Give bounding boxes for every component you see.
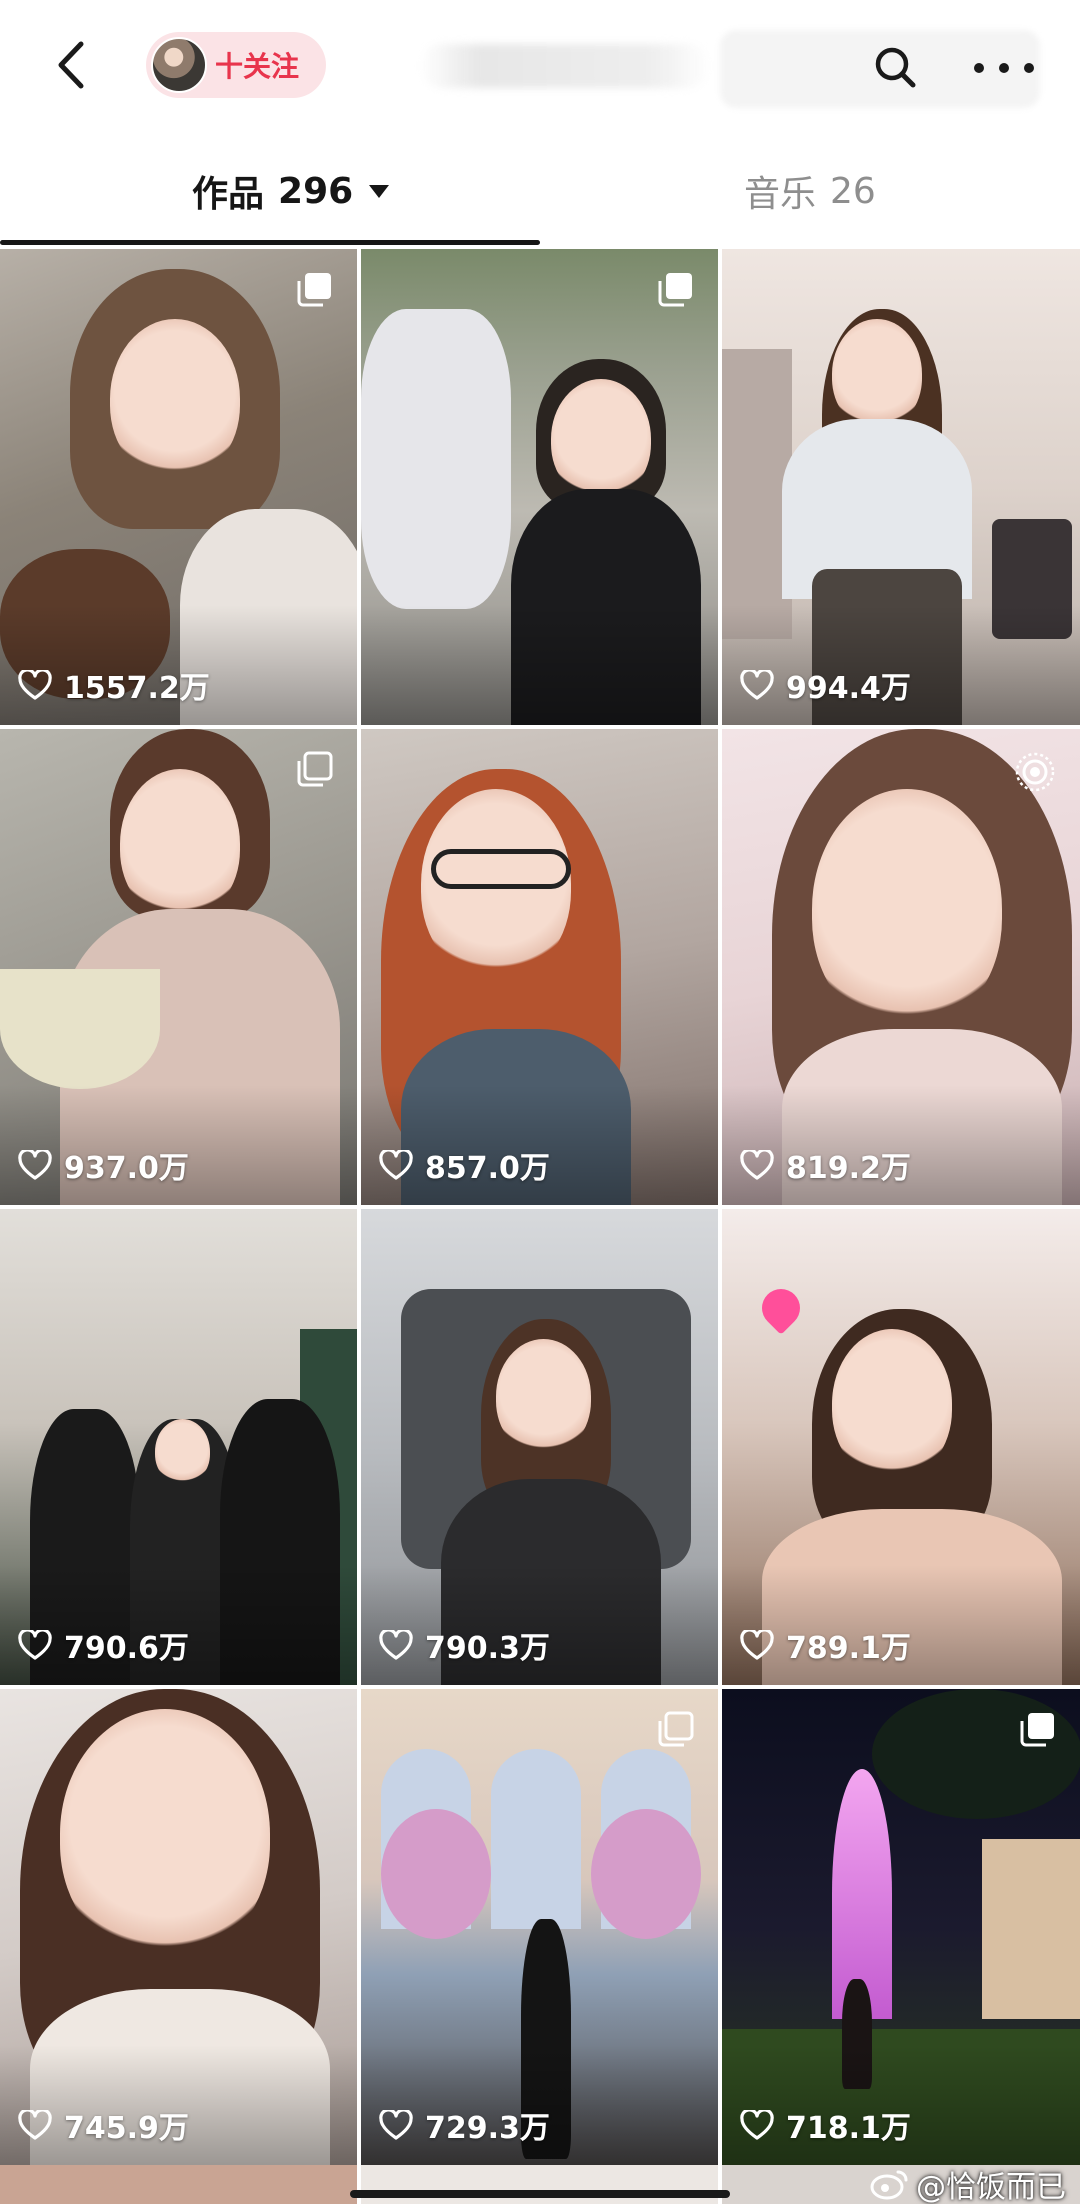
multi-image-icon [658, 273, 692, 307]
video-tile[interactable]: 790.6万 [0, 1209, 357, 1685]
thumbnail-bowl [0, 969, 160, 1089]
multi-image-icon [297, 751, 333, 787]
video-grid: 1557.2万 994.4万 937.0万 857.0万 819.2万 790.… [0, 249, 1080, 2165]
like-count: 1557.2万 [18, 663, 210, 707]
video-tile[interactable]: 994.4万 [722, 249, 1080, 725]
heart-icon [740, 670, 774, 700]
like-count-value: 729.3万 [425, 2111, 550, 2146]
tab-music-count: 26 [830, 170, 876, 212]
video-tile[interactable]: 1557.2万 [0, 249, 357, 725]
thumbnail-trees [872, 1689, 1080, 1819]
weibo-icon [870, 2170, 908, 2200]
thumbnail-face [832, 1329, 952, 1479]
search-button[interactable] [868, 40, 924, 96]
like-count-value: 1557.2万 [64, 671, 210, 706]
like-count: 745.9万 [18, 2103, 189, 2147]
like-count: 790.6万 [18, 1623, 189, 1667]
video-tile[interactable]: 718.1万 [722, 1689, 1080, 2165]
caret-down-icon[interactable] [369, 184, 390, 198]
thumbnail-face [551, 379, 651, 499]
active-tab-indicator [0, 240, 540, 245]
profile-tabs: 作品 296 音乐 26 [0, 135, 1080, 247]
like-count: 789.1万 [740, 1623, 911, 1667]
heart-icon [18, 1630, 52, 1660]
more-dot [999, 63, 1009, 73]
like-count: 857.0万 [379, 1143, 550, 1187]
heart-icon [379, 2110, 413, 2140]
video-tile[interactable]: 729.3万 [361, 1689, 718, 2165]
tab-music-label: 音乐 [744, 174, 817, 215]
thumbnail-face [155, 1419, 210, 1484]
multi-image-icon [1020, 1713, 1054, 1747]
heart-icon [740, 1150, 774, 1180]
like-count-value: 790.3万 [425, 1631, 550, 1666]
thumbnail-figure [361, 309, 511, 609]
like-count: 994.4万 [740, 663, 911, 707]
thumbnail-flowers [381, 1809, 491, 1939]
like-count-value: 789.1万 [786, 1631, 911, 1666]
video-tile[interactable] [361, 249, 718, 725]
like-count-value: 937.0万 [64, 1151, 189, 1186]
follow-button[interactable]: 十关注 [146, 32, 326, 98]
thumbnail-shade [361, 605, 718, 725]
like-count: 718.1万 [740, 2103, 911, 2147]
thumbnail-face [496, 1339, 591, 1454]
search-icon [875, 47, 916, 88]
like-count-value: 745.9万 [64, 2111, 189, 2146]
thumbnail-building [982, 1839, 1080, 2019]
like-count: 819.2万 [740, 1143, 911, 1187]
video-tile-partial[interactable] [0, 2165, 357, 2204]
like-count: 790.3万 [379, 1623, 550, 1667]
like-count-value: 819.2万 [786, 1151, 911, 1186]
thumbnail-face [812, 789, 1002, 1029]
watermark: @恰饭而已 [870, 2162, 1066, 2204]
back-button[interactable] [40, 30, 100, 100]
live-photo-icon [1015, 752, 1055, 792]
tab-music[interactable]: 音乐 26 [744, 161, 876, 221]
more-dot [1024, 63, 1034, 73]
heart-icon [740, 1630, 774, 1660]
like-count-value: 790.6万 [64, 1631, 189, 1666]
thumbnail-face [60, 1709, 270, 1959]
heart-icon [379, 1150, 413, 1180]
thumbnail-face [110, 319, 240, 479]
more-button[interactable] [974, 40, 1034, 96]
heart-icon [18, 670, 52, 700]
thumbnail-heart [754, 1281, 808, 1335]
video-tile[interactable]: 857.0万 [361, 729, 718, 1205]
tab-works-count: 296 [278, 170, 354, 212]
video-tile[interactable]: 745.9万 [0, 1689, 357, 2165]
home-indicator[interactable] [350, 2190, 730, 2198]
thumbnail-arch [491, 1749, 581, 1929]
like-count-value: 718.1万 [786, 2111, 911, 2146]
thumbnail-face [832, 319, 922, 429]
top-bar: 十关注 [0, 0, 1080, 135]
thumbnail-glasses [431, 849, 571, 889]
like-count-value: 857.0万 [425, 1151, 550, 1186]
video-tile[interactable]: 790.3万 [361, 1209, 718, 1685]
like-count: 937.0万 [18, 1143, 189, 1187]
more-dot [974, 63, 984, 73]
thumbnail-face [120, 769, 240, 919]
blurred-title [420, 44, 710, 88]
follow-label: 十关注 [215, 50, 300, 83]
video-tile[interactable]: 789.1万 [722, 1209, 1080, 1685]
video-tile[interactable]: 819.2万 [722, 729, 1080, 1205]
tab-works[interactable]: 作品 296 [192, 161, 390, 221]
thumbnail-flowers [591, 1809, 701, 1939]
multi-image-icon [658, 1711, 694, 1747]
avatar[interactable] [151, 37, 207, 93]
heart-icon [18, 1150, 52, 1180]
heart-icon [379, 1630, 413, 1660]
multi-image-icon [297, 273, 331, 307]
watermark-text: @恰饭而已 [916, 2170, 1066, 2204]
like-count-value: 994.4万 [786, 671, 911, 706]
video-tile[interactable]: 937.0万 [0, 729, 357, 1205]
chevron-left-icon [58, 41, 84, 89]
video-tile-partial[interactable] [361, 2165, 718, 2204]
heart-icon [740, 2110, 774, 2140]
like-count: 729.3万 [379, 2103, 550, 2147]
heart-icon [18, 2110, 52, 2140]
tab-works-label: 作品 [192, 174, 265, 215]
